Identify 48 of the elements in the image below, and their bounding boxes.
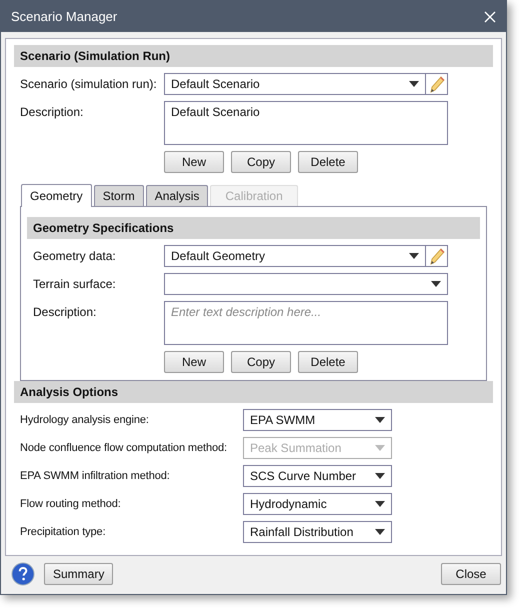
pencil-icon [428,247,444,265]
help-icon[interactable] [11,562,35,586]
caret-icon [409,253,419,259]
caret-icon [375,417,385,423]
edit-button[interactable] [426,245,448,267]
tab[interactable]: Analysis [146,185,208,206]
description-field[interactable]: Enter text description here... [164,301,448,345]
action-button[interactable]: Copy [231,351,291,373]
caret-icon [375,501,385,507]
action-button[interactable]: Delete [298,351,358,373]
field-label: Geometry data: [33,248,117,265]
option-label: Hydrology analysis engine: [20,414,150,426]
pencil-icon [428,75,444,93]
option-label: Precipitation type: [20,526,107,538]
section-header: Geometry Specifications [27,217,480,239]
section-header: Analysis Options [14,381,493,403]
action-button[interactable]: Copy [231,151,291,173]
close-icon[interactable] [484,10,496,22]
caret-icon [431,281,441,287]
field-label: Scenario (simulation run): [20,76,158,93]
option-label: EPA SWMM infiltration method: [20,470,171,482]
section-header: Scenario (Simulation Run) [14,45,493,67]
edit-button[interactable] [426,73,448,95]
tab[interactable]: Storm [94,185,144,206]
dropdown[interactable]: SCS Curve Number [243,465,392,487]
dropdown[interactable]: Default Scenario [164,73,426,95]
summary-button[interactable]: Summary [44,563,114,585]
caret-icon [375,473,385,479]
action-button[interactable]: New [164,151,224,173]
field-label: Description: [20,104,84,121]
option-label: Node confluence flow computation method: [20,442,228,454]
window-title: Scenario Manager [11,9,118,24]
action-button[interactable]: Delete [298,151,358,173]
dropdown[interactable]: Default Geometry [164,245,426,267]
dropdown[interactable]: Hydrodynamic [243,493,392,515]
dropdown[interactable] [164,273,448,295]
tab[interactable]: Geometry [21,184,92,207]
caret-icon [375,529,385,535]
description-field[interactable]: Default Scenario [164,101,448,145]
close-button[interactable]: Close [441,563,501,585]
dropdown[interactable]: Rainfall Distribution [243,521,392,543]
dropdown[interactable]: EPA SWMM [243,409,392,431]
caret-icon [375,445,385,451]
action-button[interactable]: New [164,351,224,373]
field-label: Terrain surface: [33,276,117,293]
caret-icon [409,81,419,87]
field-label: Description: [33,304,98,321]
option-label: Flow routing method: [20,498,122,510]
